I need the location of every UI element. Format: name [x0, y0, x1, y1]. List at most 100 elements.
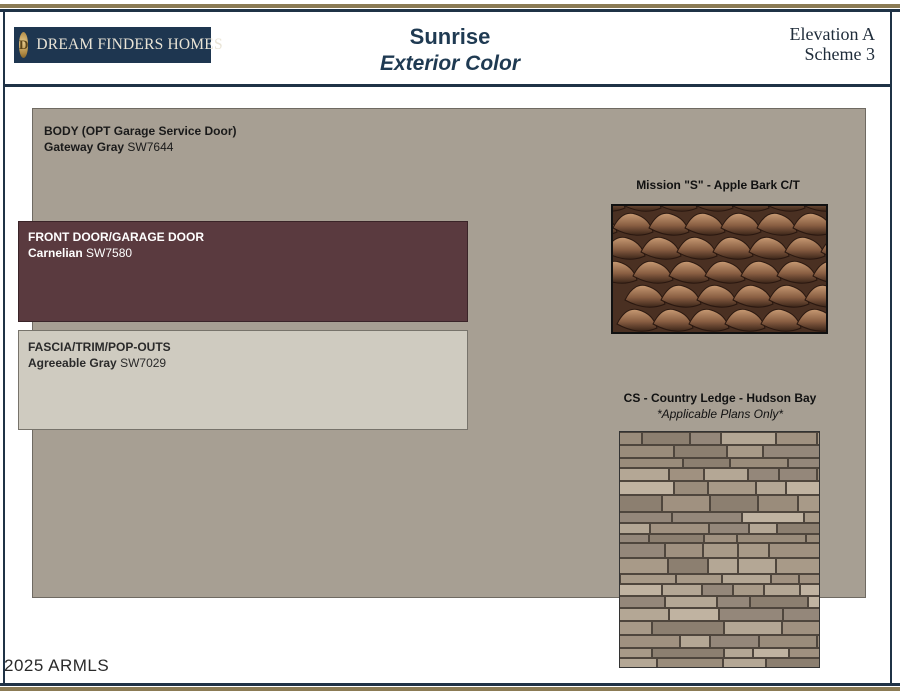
stone-block [709, 482, 755, 494]
stone-block [711, 636, 758, 647]
stone-block [709, 559, 737, 573]
stone-block [621, 575, 675, 583]
header-divider [3, 84, 892, 87]
elevation-label: Elevation A [789, 24, 875, 44]
fascia-area-label: FASCIA/TRIM/POP-OUTS [28, 340, 171, 354]
stone-block [789, 459, 819, 467]
stone-block [739, 544, 768, 557]
stone-block [620, 524, 649, 533]
stone-block [723, 575, 770, 583]
stone-block [651, 524, 708, 533]
stone-block [643, 433, 689, 444]
stone-block [750, 524, 776, 533]
stone-block [764, 446, 819, 457]
stone-block [704, 544, 737, 557]
stone-block [720, 609, 782, 620]
stone-block [725, 649, 752, 657]
elevation-scheme: Elevation A Scheme 3 [790, 24, 875, 64]
stone-block [620, 597, 664, 607]
stone-block [734, 585, 763, 595]
stone-block [757, 482, 785, 494]
stone-block [670, 469, 703, 480]
stone-block [777, 559, 819, 573]
stone-block [783, 622, 819, 634]
seal-icon: D [19, 32, 29, 58]
stone-block [799, 496, 819, 511]
stone-block [620, 496, 661, 511]
stone-block [800, 575, 819, 583]
stone-block [705, 469, 747, 480]
stone-block [767, 659, 819, 667]
stone-block [731, 459, 787, 467]
stone-veneer-image [619, 431, 820, 668]
body-swatch-label: BODY (OPT Garage Service Door) Gateway G… [44, 123, 237, 155]
stone-block [658, 659, 722, 667]
stone-block [739, 559, 775, 573]
stone-block [620, 446, 673, 457]
stone-block [770, 544, 819, 557]
stone-block [620, 513, 671, 522]
scheme-label: Scheme 3 [804, 44, 875, 64]
stone-block [777, 433, 816, 444]
stone-block [675, 482, 707, 494]
stone-block [653, 649, 723, 657]
stone-block [754, 649, 788, 657]
page-subtitle: Exterior Color [379, 52, 521, 75]
stone-note: *Applicable Plans Only* [656, 407, 784, 421]
stone-block [743, 513, 803, 522]
stone-block [705, 535, 736, 542]
roof-tile-image [611, 204, 828, 334]
stone-block [805, 513, 819, 522]
stone-block [784, 609, 819, 620]
stone-block [749, 469, 778, 480]
stone-block [818, 433, 819, 444]
logo-text: DREAM FINDERS HOMES [36, 36, 223, 53]
stone-block [738, 535, 805, 542]
door-area-label: FRONT DOOR/GARAGE DOOR [28, 230, 204, 244]
stone-block [809, 597, 819, 607]
stone-block [620, 535, 648, 542]
stone-block [669, 559, 707, 573]
bottom-border [0, 683, 900, 696]
stone-block [620, 609, 668, 620]
stone-block [677, 575, 721, 583]
stone-block [620, 433, 641, 444]
body-area-label: BODY (OPT Garage Service Door) [44, 124, 237, 138]
page-title: Sunrise [409, 24, 491, 49]
stone-block [778, 524, 819, 533]
stone-block [620, 585, 661, 595]
stone-block [666, 597, 716, 607]
stone-block [650, 535, 703, 542]
stone-block [772, 575, 798, 583]
stone-block [620, 559, 667, 573]
stone-block [684, 459, 729, 467]
stone-block [703, 585, 732, 595]
right-border [890, 12, 892, 685]
stone-block [765, 585, 799, 595]
fascia-color-code: SW7029 [120, 356, 167, 370]
stone-block [728, 446, 762, 457]
dream-finders-logo: D DREAM FINDERS HOMES [14, 27, 223, 63]
stone-block [670, 609, 718, 620]
stone-block [718, 597, 749, 607]
bottom-gold-rule [0, 687, 900, 691]
stone-block [620, 482, 673, 494]
roof-caption: Mission "S" - Apple Bark C/T [636, 178, 800, 192]
stone-block [780, 469, 816, 480]
stone-block [691, 433, 720, 444]
stone-block [722, 433, 775, 444]
stone-block [663, 585, 701, 595]
stone-block [620, 544, 664, 557]
left-border [3, 12, 5, 685]
top-gold-rule [0, 4, 900, 8]
stone-block [620, 459, 682, 467]
stone-block [666, 544, 702, 557]
door-color-name: Carnelian [28, 246, 83, 260]
stone-block [620, 622, 651, 634]
stone-block [673, 513, 741, 522]
door-swatch-label: FRONT DOOR/GARAGE DOOR Carnelian SW7580 [28, 229, 204, 261]
stone-caption: CS - Country Ledge - Hudson Bay [623, 391, 817, 405]
stone-block [807, 535, 819, 542]
roof-tile-texture [613, 206, 826, 332]
stone-block [653, 622, 723, 634]
